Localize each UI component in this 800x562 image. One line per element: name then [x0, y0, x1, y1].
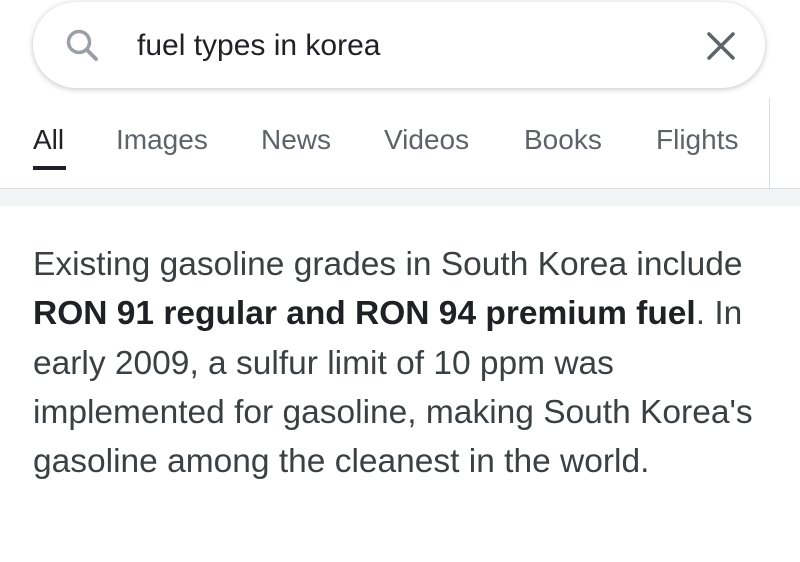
search-bar[interactable] [33, 2, 765, 88]
featured-snippet: Existing gasoline grades in South Korea … [33, 240, 778, 486]
tab-all[interactable]: All [33, 124, 64, 156]
tab-flights[interactable]: Flights [656, 124, 738, 156]
close-icon[interactable] [703, 28, 739, 64]
search-results-page: All Images News Videos Books Flights Exi… [0, 0, 800, 562]
active-tab-indicator [33, 166, 66, 170]
tab-videos[interactable]: Videos [384, 124, 469, 156]
tab-news[interactable]: News [261, 124, 331, 156]
tab-images[interactable]: Images [116, 124, 208, 156]
tab-books[interactable]: Books [524, 124, 602, 156]
search-input[interactable] [137, 24, 657, 68]
section-divider [0, 188, 800, 206]
snippet-text-before: Existing gasoline grades in South Korea … [33, 246, 743, 283]
search-icon[interactable] [63, 26, 103, 66]
snippet-highlight: RON 91 regular and RON 94 premium fuel [33, 295, 696, 333]
tabs-divider [769, 98, 770, 188]
search-tabs: All Images News Videos Books Flights [0, 118, 770, 188]
